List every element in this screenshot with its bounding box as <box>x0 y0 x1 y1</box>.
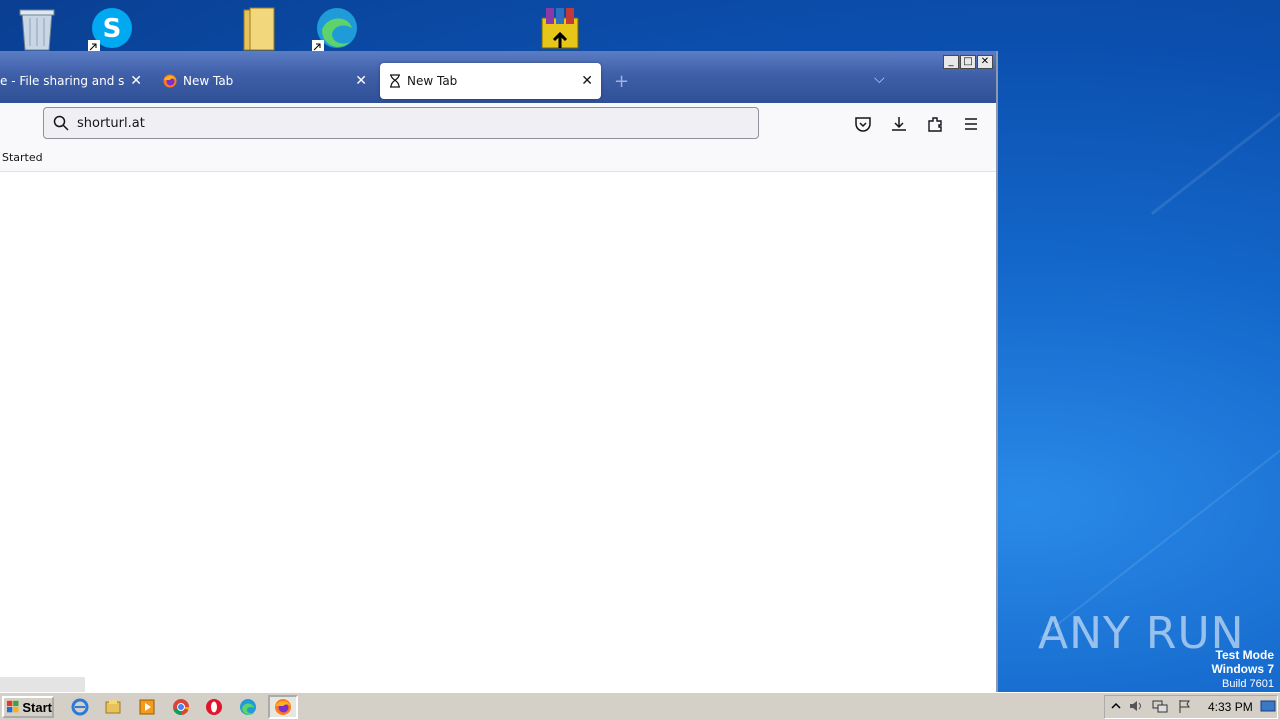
firefox-icon <box>163 74 177 88</box>
bookmark-getting-started[interactable]: Started <box>2 151 43 164</box>
search-icon <box>53 115 69 131</box>
start-label: Start <box>22 699 52 715</box>
close-window-button[interactable]: ✕ <box>977 55 993 69</box>
status-panel <box>0 677 85 692</box>
firefox-taskbar-icon <box>275 699 291 715</box>
tab-strip: _ □ ✕ e - File sharing and storage made … <box>0 51 996 103</box>
minimize-button[interactable]: _ <box>943 55 959 69</box>
page-content <box>0 173 996 692</box>
extensions-icon[interactable] <box>925 114 945 134</box>
winrar-icon[interactable] <box>534 4 586 52</box>
tab-new-tab-1[interactable]: New Tab ✕ <box>155 63 375 99</box>
bookmarks-toolbar: Started <box>0 145 996 172</box>
test-mode-label: Test Mode <box>1215 648 1274 662</box>
show-desktop-icon[interactable] <box>1260 698 1276 714</box>
anyrun-watermark: ANY RUN <box>1038 608 1245 659</box>
svg-text:S: S <box>103 14 122 44</box>
maximize-button[interactable]: □ <box>960 55 976 69</box>
close-tab-icon[interactable]: ✕ <box>130 73 142 89</box>
edge-icon[interactable] <box>310 4 362 52</box>
ie-icon[interactable] <box>71 698 89 716</box>
recycle-bin-icon[interactable] <box>12 4 64 52</box>
url-input[interactable] <box>77 115 717 131</box>
media-player-icon[interactable] <box>138 698 156 716</box>
explorer-icon[interactable] <box>104 698 122 716</box>
window-controls: _ □ ✕ <box>943 55 993 69</box>
tab-label: New Tab <box>183 74 234 88</box>
list-all-tabs-button[interactable]: ⌵ <box>874 71 885 87</box>
new-tab-button[interactable]: + <box>614 71 629 92</box>
close-tab-icon[interactable]: ✕ <box>355 73 367 89</box>
taskbar: Start 4:33 PM <box>0 692 1280 720</box>
opera-icon[interactable] <box>205 698 223 716</box>
volume-icon[interactable] <box>1128 698 1144 714</box>
nav-toolbar <box>0 103 996 145</box>
url-bar[interactable] <box>43 107 759 139</box>
downloads-icon[interactable] <box>889 114 909 134</box>
windows-logo-icon <box>7 700 19 713</box>
network-icon[interactable] <box>1152 698 1168 714</box>
tab-new-tab-2[interactable]: New Tab ✕ <box>380 63 601 99</box>
close-tab-icon[interactable]: ✕ <box>581 73 593 89</box>
browser-window: _ □ ✕ e - File sharing and storage made … <box>0 51 998 692</box>
folder-icon[interactable] <box>234 4 286 52</box>
action-center-flag-icon[interactable] <box>1177 698 1193 714</box>
watermark-logo: ANY RUN <box>1038 608 1245 659</box>
menu-icon[interactable] <box>961 114 981 134</box>
hourglass-icon <box>389 74 401 88</box>
skype-icon[interactable]: S <box>86 4 138 52</box>
os-label: Windows 7 <box>1211 662 1274 676</box>
tab-label: e - File sharing and storage made simple <box>0 74 124 88</box>
edge-taskbar-icon[interactable] <box>239 698 257 716</box>
tray-expand-icon[interactable] <box>1108 698 1124 714</box>
tab-file-sharing[interactable]: e - File sharing and storage made simple… <box>0 63 150 99</box>
build-label: Build 7601 <box>1222 678 1274 690</box>
tab-label: New Tab <box>407 74 458 88</box>
start-button[interactable]: Start <box>2 696 54 718</box>
chrome-icon[interactable] <box>172 698 190 716</box>
pocket-icon[interactable] <box>853 114 873 134</box>
clock[interactable]: 4:33 PM <box>1208 700 1253 714</box>
firefox-taskbar-button[interactable] <box>268 695 298 719</box>
